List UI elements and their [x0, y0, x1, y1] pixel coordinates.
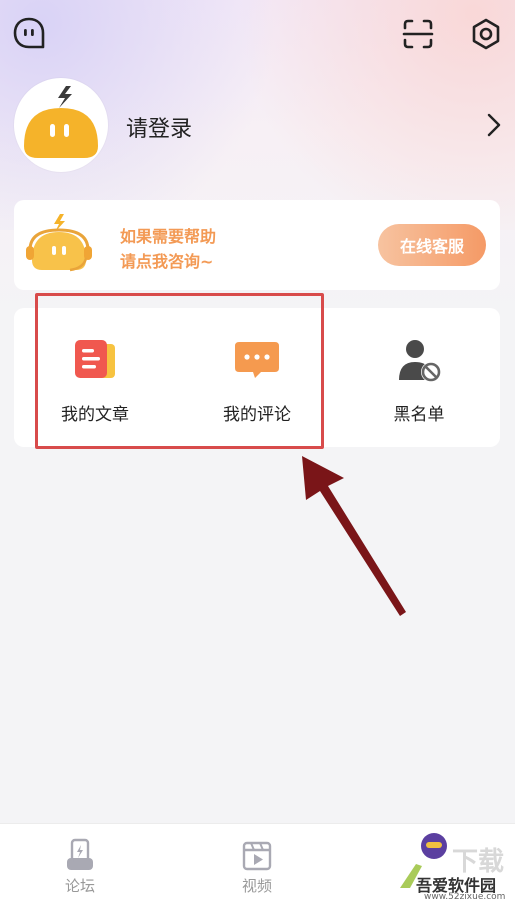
avatar[interactable] [14, 78, 108, 172]
tab-label-forum: 论坛 [64, 877, 95, 895]
chevron-right-icon[interactable] [484, 112, 504, 138]
menu-label-blacklist: 黑名单 [393, 405, 445, 425]
help-text-line1: 如果需要帮助 [120, 227, 217, 246]
tab-video[interactable]: 视频 [197, 824, 317, 903]
login-label[interactable]: 请登录 [126, 111, 192, 143]
profile-row[interactable]: 请登录 [14, 78, 504, 174]
mascot-avatar-icon [24, 86, 98, 158]
online-service-button[interactable]: 在线客服 [378, 224, 486, 266]
tab-label-video: 视频 [241, 877, 272, 895]
blocked-user-icon [395, 336, 443, 384]
menu-item-blacklist[interactable]: 黑名单 [338, 308, 500, 447]
watermark: 下载 吾爱软件园 www.52zixue.com [386, 830, 515, 903]
help-text-line2: 请点我咨询~ [120, 252, 214, 271]
settings-icon[interactable] [468, 16, 504, 52]
chat-bubble-icon[interactable] [12, 16, 46, 50]
support-mascot-icon [24, 210, 94, 282]
tab-forum[interactable]: 论坛 [20, 824, 140, 903]
highlight-box [35, 293, 324, 449]
forum-icon [64, 838, 96, 872]
annotation-arrow-icon [290, 450, 420, 620]
help-card: 如果需要帮助 请点我咨询~ 在线客服 [14, 200, 500, 290]
video-icon [241, 838, 273, 872]
scan-icon[interactable] [400, 16, 436, 52]
watermark-url: www.52zixue.com [424, 892, 506, 902]
